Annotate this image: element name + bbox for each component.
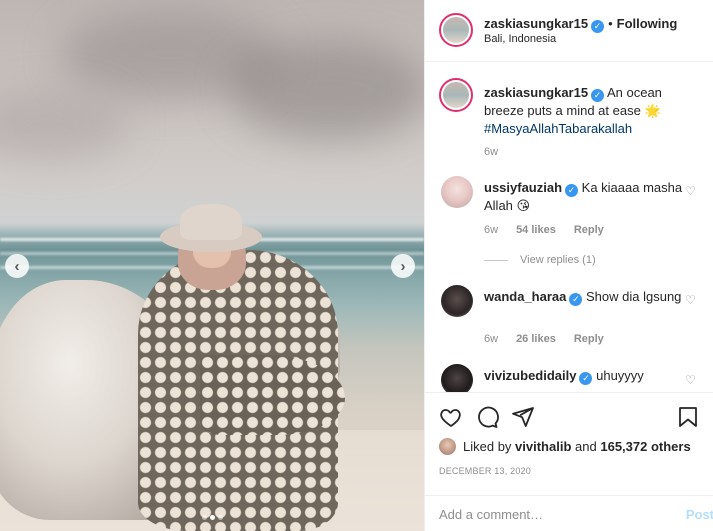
author-username[interactable]: zaskiasungkar15 — [484, 16, 588, 31]
comment-emoji: 😘 — [516, 198, 531, 213]
liker-username[interactable]: vivithalib — [515, 439, 571, 454]
post-header-name: zaskiasungkar15 ✓ • Following — [484, 16, 677, 33]
comment-likes[interactable]: 54 likes — [516, 224, 556, 236]
carousel-dot — [202, 515, 207, 520]
view-replies-button[interactable]: View replies (1) — [484, 254, 596, 266]
comment-like-icon[interactable]: ♡ — [685, 373, 696, 387]
comment-meta: 6w 26 likes Reply — [484, 333, 604, 345]
chevron-left-icon: ‹ — [14, 257, 20, 275]
following-button[interactable]: Following — [617, 16, 678, 31]
author-avatar[interactable] — [439, 13, 473, 47]
comment-meta: 6w 54 likes Reply — [484, 224, 604, 236]
comment-input[interactable]: Add a comment… — [439, 507, 543, 522]
caption-hashtag[interactable]: #MasyaAllahTabarakallah — [484, 121, 632, 136]
verified-icon: ✓ — [591, 89, 605, 102]
bookmark-icon[interactable] — [676, 405, 700, 432]
comment-reply-button[interactable]: Reply — [574, 333, 604, 345]
comment-username[interactable]: vivizubedidaily — [484, 368, 576, 383]
carousel-indicator — [202, 515, 223, 520]
comment-username[interactable]: wanda_haraa — [484, 289, 566, 304]
post-date[interactable]: DECEMBER 13, 2020 — [439, 466, 531, 476]
verified-icon: ✓ — [569, 293, 583, 306]
verified-icon: ✓ — [591, 20, 605, 33]
caption-emoji: 🌟 — [644, 103, 661, 118]
likes-prefix: Liked by — [463, 439, 512, 454]
view-replies-label: View replies (1) — [520, 254, 596, 266]
comment-text: Show dia lgsung — [586, 289, 682, 304]
caption-time[interactable]: 6w — [484, 146, 498, 158]
comment-composer: Add a comment… Post — [425, 495, 713, 531]
carousel-dot-active — [210, 515, 215, 520]
post-header: zaskiasungkar15 ✓ • Following Bali, Indones… — [425, 0, 713, 62]
photo-cloud — [0, 90, 130, 160]
comment-item: ussiyfauziah ✓ Ka kiaaaa masha Allah 😘 — [484, 179, 684, 215]
comment-item: vivizubedidaily ✓ uhuyyyy — [484, 367, 684, 385]
post-actions: Liked by vivithalib and 165,372 others D… — [425, 392, 713, 531]
comment-like-icon[interactable]: ♡ — [685, 293, 696, 307]
carousel-dot — [218, 515, 223, 520]
comment-item: wanda_haraa ✓ Show dia lgsung — [484, 288, 684, 306]
share-icon[interactable] — [511, 405, 535, 432]
comment-likes[interactable]: 26 likes — [516, 333, 556, 345]
replies-divider — [484, 259, 508, 261]
post-sidebar: zaskiasungkar15 ✓ • Following Bali, Indones… — [424, 0, 713, 531]
caption-username[interactable]: zaskiasungkar15 — [484, 85, 588, 100]
comment-reply-button[interactable]: Reply — [574, 224, 604, 236]
liker-avatar[interactable] — [439, 438, 456, 455]
likes-summary: Liked by vivithalib and 165,372 others — [439, 438, 691, 455]
caption-avatar[interactable] — [439, 78, 473, 112]
comment-like-icon[interactable]: ♡ — [685, 184, 696, 198]
photo-hat-top — [180, 204, 242, 240]
post-comment-button[interactable]: Post — [686, 507, 713, 522]
heart-icon[interactable] — [439, 405, 463, 432]
comment-time[interactable]: 6w — [484, 224, 498, 236]
comment-icon[interactable] — [475, 405, 499, 432]
post-location[interactable]: Bali, Indonesia — [484, 33, 556, 45]
verified-icon: ✓ — [579, 372, 593, 385]
commenter-avatar[interactable] — [441, 285, 473, 317]
photo-cloud — [230, 40, 424, 140]
previous-photo-button[interactable]: ‹ — [5, 254, 29, 278]
next-photo-button[interactable]: › — [391, 254, 415, 278]
likes-connector: and — [575, 439, 597, 454]
commenter-avatar[interactable] — [441, 176, 473, 208]
comment-time[interactable]: 6w — [484, 333, 498, 345]
chevron-right-icon: › — [400, 257, 406, 275]
post-photo[interactable]: ‹ › — [0, 0, 424, 531]
verified-icon: ✓ — [565, 184, 579, 197]
separator-dot: • — [608, 16, 613, 31]
comment-username[interactable]: ussiyfauziah — [484, 180, 562, 195]
likes-count[interactable]: 165,372 others — [600, 439, 690, 454]
comment-text: uhuyyyy — [596, 368, 644, 383]
post-caption: zaskiasungkar15 ✓ An ocean breeze puts a … — [484, 84, 699, 138]
